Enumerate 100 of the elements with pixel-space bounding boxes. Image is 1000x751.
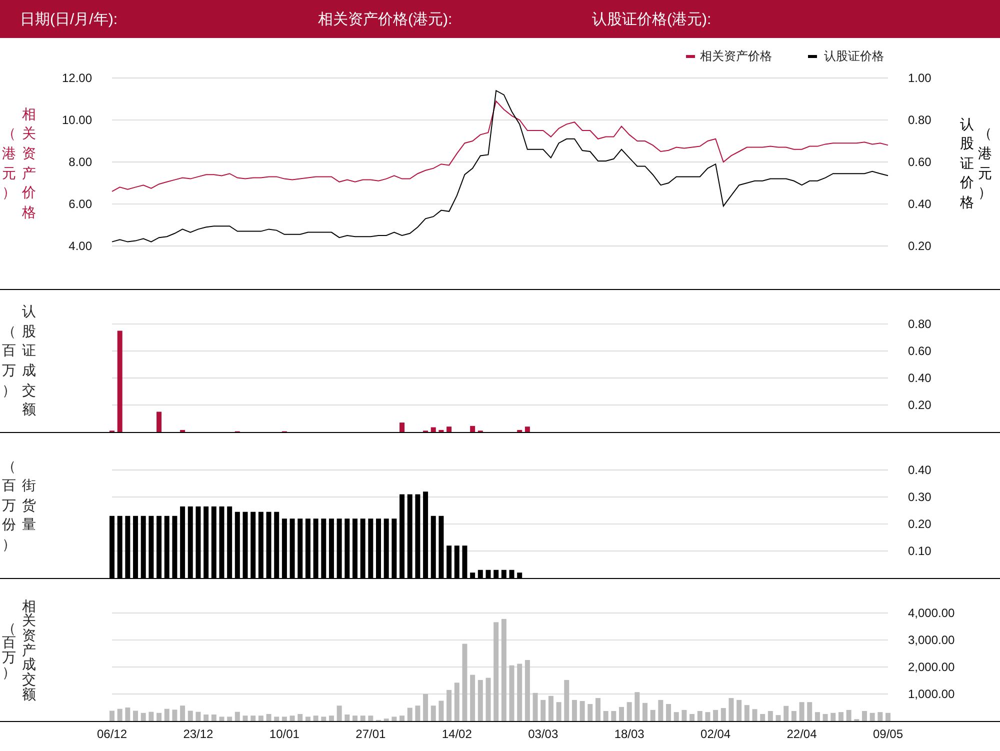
axis-tick-label: 12.00 [62, 71, 92, 85]
bar [344, 714, 350, 721]
bar [768, 711, 773, 721]
bar [517, 664, 522, 721]
bar [446, 426, 452, 432]
axis-title: 街货量 [22, 476, 36, 534]
bar [878, 712, 883, 721]
axis-tick-label: 0.40 [908, 371, 932, 385]
bar [258, 716, 264, 721]
bar [626, 702, 632, 721]
axis-tick-label: 10/01 [269, 727, 300, 741]
bar [110, 710, 114, 721]
bar [400, 716, 405, 721]
bar [791, 711, 796, 721]
axis-tick-label: 0.10 [908, 544, 932, 558]
bar [682, 710, 687, 721]
bar [196, 712, 201, 721]
bar [384, 718, 389, 721]
axis-unit-label: （百万） [2, 620, 16, 680]
axis-tick-label: 03/03 [528, 727, 558, 741]
bar [446, 690, 452, 721]
bar [595, 698, 600, 721]
bar [305, 716, 310, 721]
bar [532, 692, 538, 721]
bar [807, 702, 812, 721]
bar [321, 716, 326, 721]
bar [133, 710, 138, 721]
bar [728, 698, 734, 721]
bar [125, 708, 130, 721]
bar [336, 706, 342, 721]
bar [548, 696, 554, 721]
bar [172, 710, 178, 721]
bar [697, 711, 702, 721]
header-field-label: 日期(日/月/年): [20, 10, 118, 28]
axis-tick-label: 4,000.00 [908, 606, 955, 620]
legend-item: 认股证价格 [808, 49, 884, 63]
bar [180, 430, 186, 432]
bar [250, 716, 256, 721]
axis-tick-label: 0.20 [908, 398, 932, 412]
bar [556, 702, 562, 721]
bar [188, 710, 193, 721]
bar [524, 660, 530, 721]
bar [360, 716, 366, 721]
bar [227, 716, 232, 721]
axis-title: 认股证成交额 [22, 302, 36, 420]
bar [140, 712, 146, 721]
axis-tick-label: 1,000.00 [908, 687, 955, 701]
bar [886, 712, 890, 721]
bar [400, 422, 405, 432]
bar [650, 710, 656, 721]
bar [274, 716, 280, 721]
bar [156, 412, 162, 432]
axis-tick-label: 0.80 [908, 317, 932, 331]
axis-tick-label: 0.20 [908, 239, 932, 253]
bar [736, 700, 742, 721]
axis-tick-label: 14/02 [442, 727, 472, 741]
bar [219, 716, 224, 721]
bar [204, 714, 209, 721]
bar [705, 712, 710, 721]
bar [266, 714, 272, 721]
bar [486, 678, 491, 721]
bar [642, 702, 648, 721]
bar [211, 714, 216, 721]
bar [720, 708, 726, 721]
axis-tick-label: 0.20 [908, 517, 932, 531]
bar [674, 712, 679, 721]
bar [658, 700, 664, 721]
bar [814, 712, 820, 721]
bar [290, 716, 295, 721]
bar [580, 701, 585, 721]
bar [846, 710, 852, 721]
bar [776, 715, 781, 721]
bar [830, 712, 836, 721]
bar [603, 711, 608, 721]
axis-tick-label: 23/12 [183, 727, 214, 741]
bar [392, 716, 397, 721]
bar [838, 712, 844, 721]
bar [454, 682, 460, 721]
bar [423, 694, 428, 721]
bar [282, 716, 287, 721]
bar [619, 706, 624, 721]
axis-tick-label: 0.60 [908, 344, 932, 358]
axis-tick-label: 3,000.00 [908, 633, 955, 647]
axis-tick-label: 10.00 [62, 113, 92, 127]
bar [470, 426, 476, 432]
axis-unit-label: （百万份） [2, 456, 16, 554]
bar [242, 716, 248, 721]
bar [164, 708, 170, 721]
bar [666, 704, 672, 721]
bar [572, 700, 577, 721]
bar [760, 714, 766, 721]
axis-title: 认股证价格 [960, 114, 974, 212]
bar [799, 702, 804, 721]
bar [328, 716, 334, 721]
axis-unit-label: （港元） [2, 124, 16, 202]
bar [470, 674, 476, 721]
axis-tick-label: 8.00 [68, 155, 92, 169]
axis-tick-label: 22/04 [786, 727, 817, 741]
axis-tick-label: 1.00 [908, 71, 932, 85]
bar [524, 426, 530, 432]
